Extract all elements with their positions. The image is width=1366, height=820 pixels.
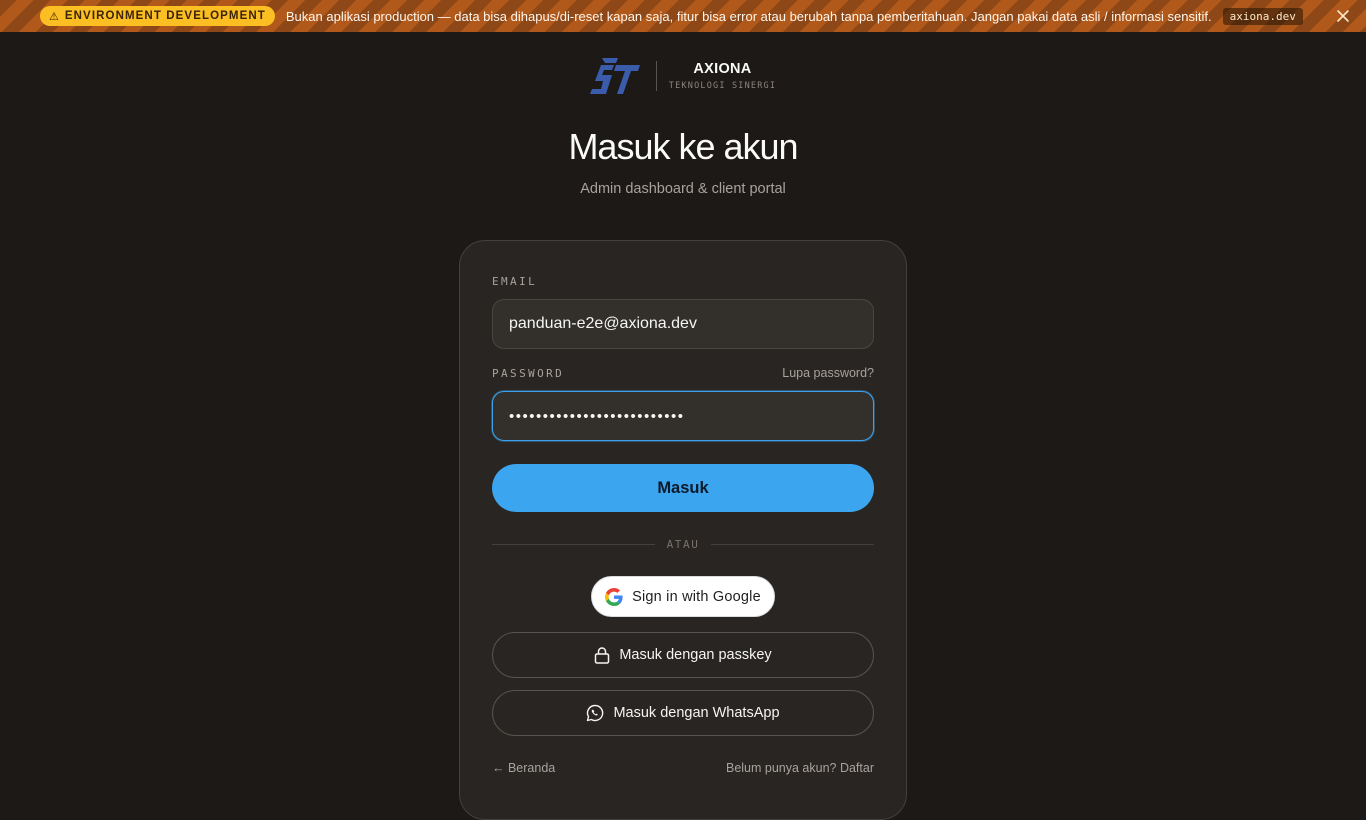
banner-message: Bukan aplikasi production — data bisa di… <box>285 8 1212 24</box>
brand-divider <box>655 61 657 91</box>
passkey-login-button[interactable]: Masuk dengan passkey <box>492 632 874 678</box>
or-divider: ATAU <box>492 536 875 552</box>
lock-icon <box>595 647 610 664</box>
password-field[interactable] <box>492 391 874 441</box>
whatsapp-login-label: Masuk dengan WhatsApp <box>613 705 780 721</box>
password-label: PASSWORD <box>492 367 565 380</box>
axiona-logo-icon <box>589 58 640 94</box>
divider-line-right <box>711 543 875 545</box>
divider-line-left <box>492 543 655 545</box>
google-logo-icon <box>605 587 623 606</box>
page-subtitle: Admin dashboard & client portal <box>580 181 786 197</box>
passkey-login-label: Masuk dengan passkey <box>619 647 772 663</box>
home-link[interactable]: ← Beranda <box>492 761 555 775</box>
login-card: EMAIL PASSWORD Lupa password? Masuk ATAU… <box>459 240 907 820</box>
login-button[interactable]: Masuk <box>492 464 874 512</box>
register-link[interactable]: Belum punya akun? Daftar <box>726 761 874 775</box>
brand-name: AXIONA <box>693 61 752 77</box>
brand-tagline: TEKNOLOGI SINERGI <box>668 81 777 91</box>
google-sign-in-label: Sign in with Google <box>632 588 761 605</box>
dev-environment-banner: ⚠ ENVIRONMENT DEVELOPMENT Bukan aplikasi… <box>0 0 1366 32</box>
environment-badge-label: ENVIRONMENT DEVELOPMENT <box>64 10 266 22</box>
google-sign-in-button[interactable]: Sign in with Google <box>591 576 775 617</box>
banner-close-button[interactable] <box>1333 6 1353 26</box>
email-label: EMAIL <box>492 275 538 288</box>
page-title: Masuk ke akun <box>568 126 798 167</box>
warning-triangle-icon: ⚠ <box>49 10 59 23</box>
brand-header: AXIONA TEKNOLOGI SINERGI <box>0 58 1366 94</box>
close-icon <box>1337 10 1349 22</box>
environment-badge: ⚠ ENVIRONMENT DEVELOPMENT <box>40 6 275 26</box>
whatsapp-icon <box>587 704 604 722</box>
email-field[interactable] <box>492 299 874 349</box>
whatsapp-login-button[interactable]: Masuk dengan WhatsApp <box>492 690 874 736</box>
forgot-password-link[interactable]: Lupa password? <box>782 366 874 380</box>
divider-label: ATAU <box>666 537 700 551</box>
banner-domain: axiona.dev <box>1222 7 1303 25</box>
brand-text: AXIONA TEKNOLOGI SINERGI <box>669 61 776 91</box>
